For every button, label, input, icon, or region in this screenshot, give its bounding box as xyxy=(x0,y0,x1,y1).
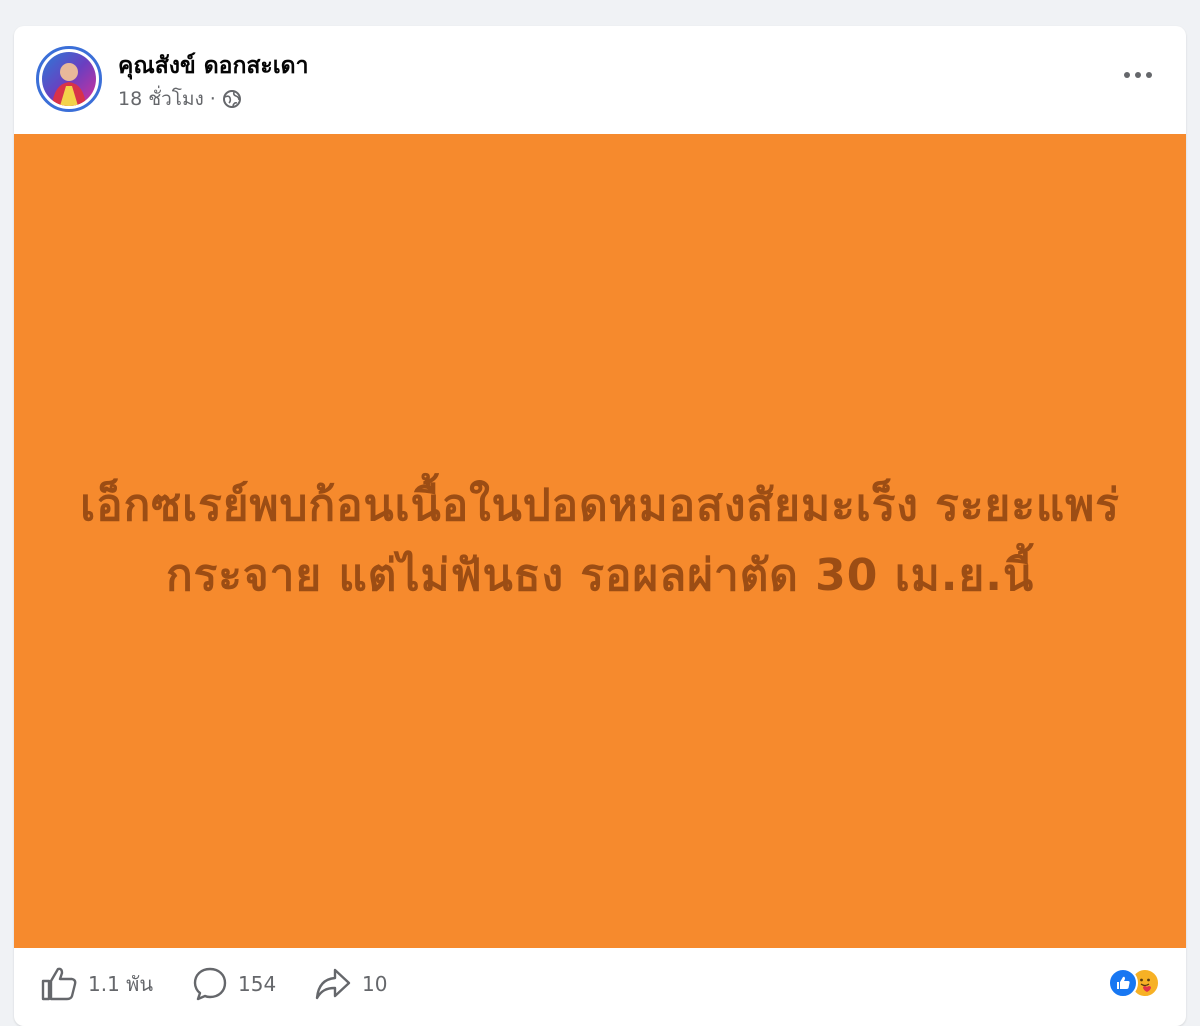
share-button[interactable]: 10 xyxy=(314,966,387,1002)
globe-icon[interactable] xyxy=(222,89,242,109)
comment-count: 154 xyxy=(238,972,277,996)
author-name[interactable]: คุณสังข์ ดอกสะเดา xyxy=(118,48,309,84)
comment-button[interactable]: 154 xyxy=(192,966,276,1002)
reactions-summary[interactable] xyxy=(1108,968,1160,998)
action-bar: 1.1 พัน 154 10 xyxy=(14,948,1186,1018)
like-reaction-icon xyxy=(1108,968,1138,998)
post-image[interactable]: เอ็กซเรย์พบก้อนเนื้อในปอดหมอสงสัยมะเร็ง … xyxy=(14,134,1186,948)
post-image-text: เอ็กซเรย์พบก้อนเนื้อในปอดหมอสงสัยมะเร็ง … xyxy=(80,480,1120,601)
more-horizontal-icon xyxy=(1124,72,1152,78)
avatar-image xyxy=(42,52,96,106)
post-meta: 18 ชั่วโมง · xyxy=(118,84,242,114)
more-options-button[interactable] xyxy=(1118,60,1158,90)
share-count: 10 xyxy=(362,972,388,996)
like-count: 1.1 พัน xyxy=(88,972,154,996)
post-timestamp[interactable]: 18 ชั่วโมง xyxy=(118,84,204,114)
post-card: คุณสังข์ ดอกสะเดา 18 ชั่วโมง · เอ็กซเรย์… xyxy=(14,26,1186,1026)
meta-separator: · xyxy=(209,88,216,110)
avatar[interactable] xyxy=(36,46,102,112)
post-header: คุณสังข์ ดอกสะเดา 18 ชั่วโมง · xyxy=(14,26,1186,134)
like-button[interactable]: 1.1 พัน xyxy=(40,966,153,1002)
thumbs-up-icon xyxy=(41,967,77,1001)
share-icon xyxy=(315,968,351,1000)
comment-icon xyxy=(193,967,227,1001)
